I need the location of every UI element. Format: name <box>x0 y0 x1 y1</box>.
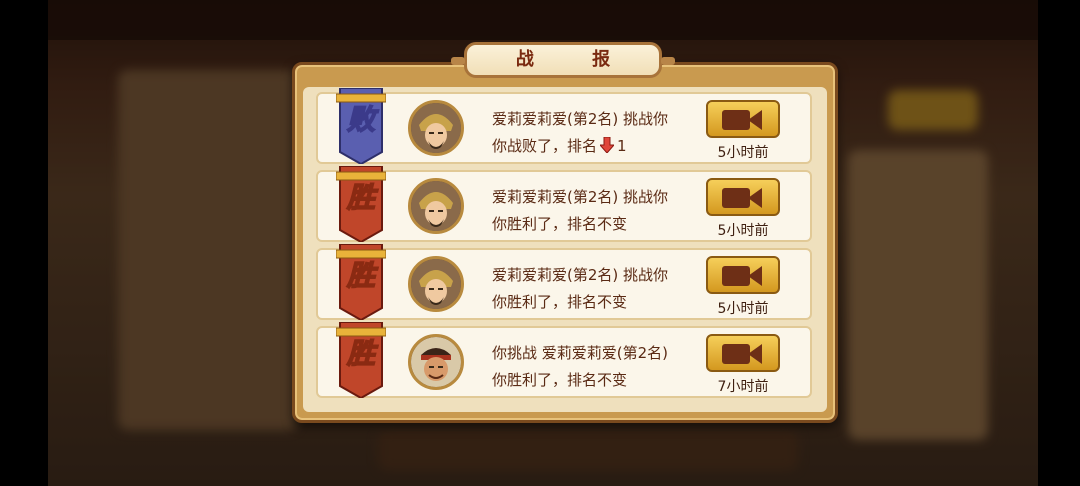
record-text-line2: 你胜利了，排名不变 <box>492 371 628 389</box>
result-label: 胜 <box>346 336 376 371</box>
replay-button[interactable] <box>706 334 780 372</box>
record-time: 5小时前 <box>717 223 769 239</box>
record-text-line2: 你胜利了，排名不变 <box>492 215 628 233</box>
opponent-avatar <box>408 256 464 312</box>
left-letterbox <box>0 0 48 486</box>
battle-record-row: 胜 爱莉爱莉爱(第2名) 挑战你 你胜利了，排名不变 5小时前 <box>316 244 812 320</box>
record-time: 5小时前 <box>717 301 769 317</box>
win-badge: 胜 <box>336 322 386 398</box>
camera-lens <box>748 266 762 286</box>
record-time: 5小时前 <box>717 145 769 161</box>
camera-lens <box>748 188 762 208</box>
opponent-avatar <box>408 334 464 390</box>
record-text-line1: 你挑战 爱莉爱莉爱(第2名) <box>492 344 669 362</box>
lose-badge: 败 <box>336 88 386 164</box>
replay-button[interactable] <box>706 100 780 138</box>
replay-button[interactable] <box>706 178 780 216</box>
rank-change-value: 1 <box>617 137 627 155</box>
opponent-avatar <box>408 100 464 156</box>
red-down-arrow-icon <box>600 137 615 153</box>
dialog-title: 战 报 <box>451 42 675 78</box>
record-text-line2: 你战败了，排名 1 <box>492 135 627 156</box>
battle-record-row: 胜 你挑战 爱莉爱莉爱(第2名) 你胜利了，排名不变 7小时前 <box>316 322 812 398</box>
video-camera-icon <box>722 188 750 208</box>
win-badge: 胜 <box>336 244 386 320</box>
camera-lens <box>748 110 762 130</box>
record-time: 7小时前 <box>717 379 769 395</box>
record-text-line1: 爱莉爱莉爱(第2名) 挑战你 <box>492 110 669 128</box>
replay-button[interactable] <box>706 256 780 294</box>
battle-record-row: 败 爱莉爱莉爱(第2名) 挑战你 你战败了，排名 1 5小时前 <box>316 88 812 164</box>
record-text-line1: 爱莉爱莉爱(第2名) 挑战你 <box>492 266 669 284</box>
record-text-line1: 爱莉爱莉爱(第2名) 挑战你 <box>492 188 669 206</box>
video-camera-icon <box>722 266 750 286</box>
right-letterbox <box>1038 0 1080 486</box>
camera-lens <box>748 344 762 364</box>
opponent-avatar <box>408 178 464 234</box>
record-result-text: 你战败了，排名 <box>492 137 598 155</box>
result-label: 胜 <box>346 258 376 293</box>
record-text-line2: 你胜利了，排名不变 <box>492 293 628 311</box>
result-label: 败 <box>346 102 376 137</box>
video-camera-icon <box>722 110 750 130</box>
battle-record-row: 胜 爱莉爱莉爱(第2名) 挑战你 你胜利了，排名不变 5小时前 <box>316 166 812 242</box>
result-label: 胜 <box>346 180 376 215</box>
video-camera-icon <box>722 344 750 364</box>
win-badge: 胜 <box>336 166 386 242</box>
